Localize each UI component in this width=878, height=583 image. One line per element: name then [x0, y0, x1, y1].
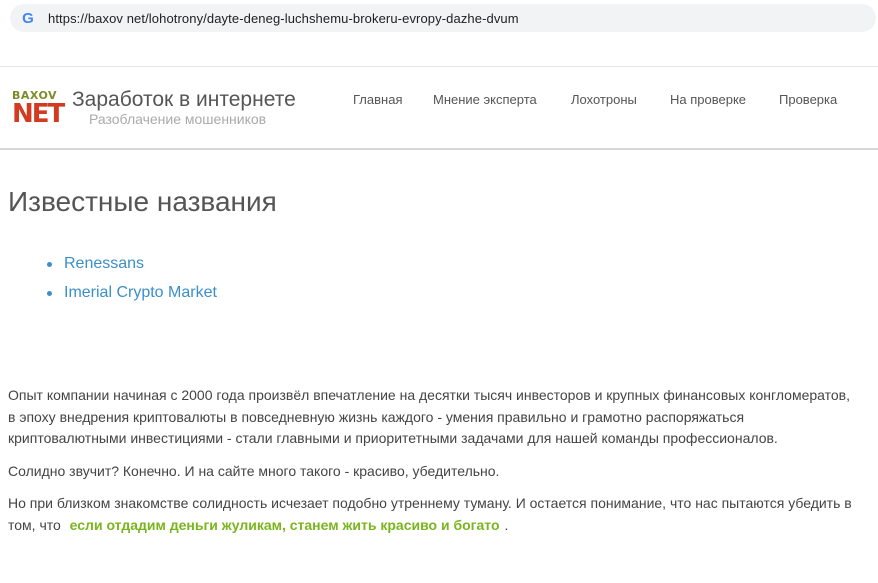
- google-icon: G: [22, 9, 34, 27]
- site-subtitle: Разоблачение мошенников: [89, 111, 267, 127]
- nav-item-under-review[interactable]: На проверке: [670, 92, 746, 107]
- site-title[interactable]: Заработок в интернете: [72, 88, 296, 112]
- highlight-text: если отдадим деньги жуликам, станем жить…: [69, 516, 500, 533]
- site-logo[interactable]: BAXOV NET: [12, 89, 65, 133]
- page-heading: Известные названия: [8, 186, 277, 217]
- article-body: Опыт компании начиная с 2000 года произв…: [8, 385, 858, 547]
- name-link[interactable]: Imerial Crypto Market: [64, 284, 217, 301]
- nav-item-check[interactable]: Проверка: [779, 92, 837, 107]
- url-text[interactable]: https://baxov net/lohotrony/dayte-deneg-…: [48, 11, 519, 26]
- list-item: Renessans: [47, 254, 217, 283]
- nav-item-expert-opinion[interactable]: Мнение эксперта: [433, 92, 537, 107]
- name-link[interactable]: Renessans: [64, 255, 144, 272]
- names-list: Renessans Imerial Crypto Market: [47, 254, 217, 312]
- address-bar[interactable]: G https://baxov net/lohotrony/dayte-dene…: [10, 4, 876, 32]
- paragraph-end: .: [504, 516, 509, 533]
- nav-item-home[interactable]: Главная: [353, 92, 402, 107]
- bullet-icon: [47, 262, 52, 267]
- paragraph: Но при близком знакомстве солидность исч…: [8, 493, 858, 536]
- site-header: BAXOV NET Заработок в интернете Разоблач…: [0, 67, 878, 150]
- nav-item-scams[interactable]: Лохотроны: [571, 92, 637, 107]
- list-item: Imerial Crypto Market: [47, 283, 217, 312]
- paragraph: Солидно звучит? Конечно. И на сайте мног…: [8, 462, 500, 479]
- bullet-icon: [47, 291, 52, 296]
- logo-bottom-text: NET: [12, 99, 65, 129]
- paragraph: Опыт компании начиная с 2000 года произв…: [8, 387, 850, 446]
